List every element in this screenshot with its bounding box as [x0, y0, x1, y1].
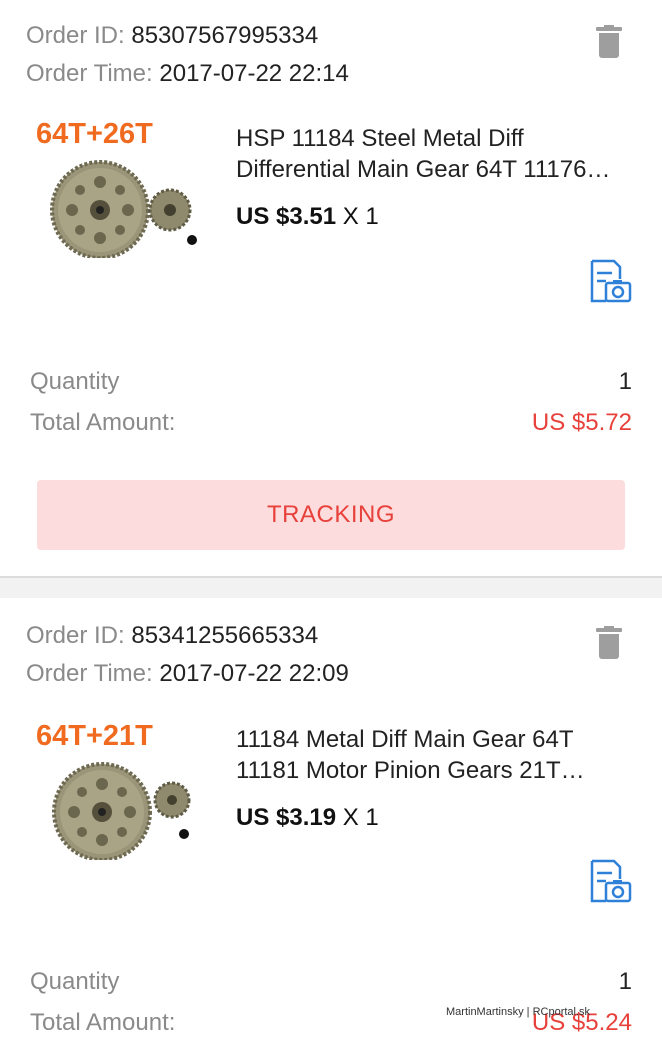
thumbnail-tag: 64T+26T [36, 118, 153, 150]
product-title-line1: 11184 Metal Diff Main Gear 64T [236, 726, 574, 753]
price-line: US $3.51 X 1 [236, 203, 379, 231]
order-id-label: Order ID: [26, 22, 125, 49]
order-time-value: 2017-07-22 22:09 [159, 660, 349, 687]
product-title[interactable]: HSP 11184 Steel Metal Diff Differential … [236, 123, 636, 185]
order-time-value: 2017-07-22 22:14 [159, 60, 349, 87]
gear-image [52, 762, 191, 860]
trash-icon[interactable] [596, 626, 622, 660]
total-amount-label: Total Amount: [30, 409, 176, 436]
total-amount-label: Total Amount: [30, 1009, 176, 1036]
order-time-label: Order Time: [26, 60, 153, 87]
order-id-value: 85307567995334 [131, 22, 319, 49]
product-thumbnail[interactable]: 64T+26T [30, 118, 210, 258]
item-quantity: X 1 [342, 203, 379, 230]
watermark: MartinMartinsky | RCportal.sk [446, 1006, 591, 1018]
order-card: Order ID: 85341255665334 Order Time: 201… [0, 598, 662, 1036]
product-thumbnail[interactable]: 64T+21T [30, 720, 210, 860]
quantity-value: 1 [618, 968, 632, 995]
quantity-label: Quantity [30, 968, 120, 995]
order-separator [0, 576, 662, 598]
order-id-line: Order ID: 85307567995334 [26, 22, 318, 50]
unit-price: US $3.51 [236, 203, 337, 230]
product-title-line1: HSP 11184 Steel Metal Diff [236, 125, 524, 152]
product-title-line2: 11181 Motor Pinion Gears 21T… [236, 757, 585, 784]
order-time-line: Order Time: 2017-07-22 22:09 [26, 660, 349, 688]
order-card: Order ID: 85307567995334 Order Time: 201… [0, 0, 662, 576]
total-amount-value: US $5.72 [531, 409, 632, 436]
item-quantity: X 1 [342, 804, 379, 831]
gear-image [50, 160, 197, 258]
photo-review-icon[interactable] [588, 859, 632, 903]
price-line: US $3.19 X 1 [236, 804, 379, 832]
thumbnail-tag: 64T+21T [36, 720, 153, 752]
order-id-label: Order ID: [26, 622, 125, 649]
trash-icon[interactable] [596, 25, 622, 59]
product-title[interactable]: 11184 Metal Diff Main Gear 64T 11181 Mot… [236, 724, 636, 786]
unit-price: US $3.19 [236, 804, 337, 831]
quantity-value: 1 [618, 368, 632, 395]
order-time-label: Order Time: [26, 660, 153, 687]
order-time-line: Order Time: 2017-07-22 22:14 [26, 60, 349, 88]
photo-review-icon[interactable] [588, 259, 632, 303]
product-title-line2: Differential Main Gear 64T 11176… [236, 156, 611, 183]
order-id-line: Order ID: 85341255665334 [26, 622, 318, 650]
quantity-label: Quantity [30, 368, 120, 395]
order-id-value: 85341255665334 [131, 622, 319, 649]
tracking-button[interactable]: TRACKING [37, 480, 625, 550]
